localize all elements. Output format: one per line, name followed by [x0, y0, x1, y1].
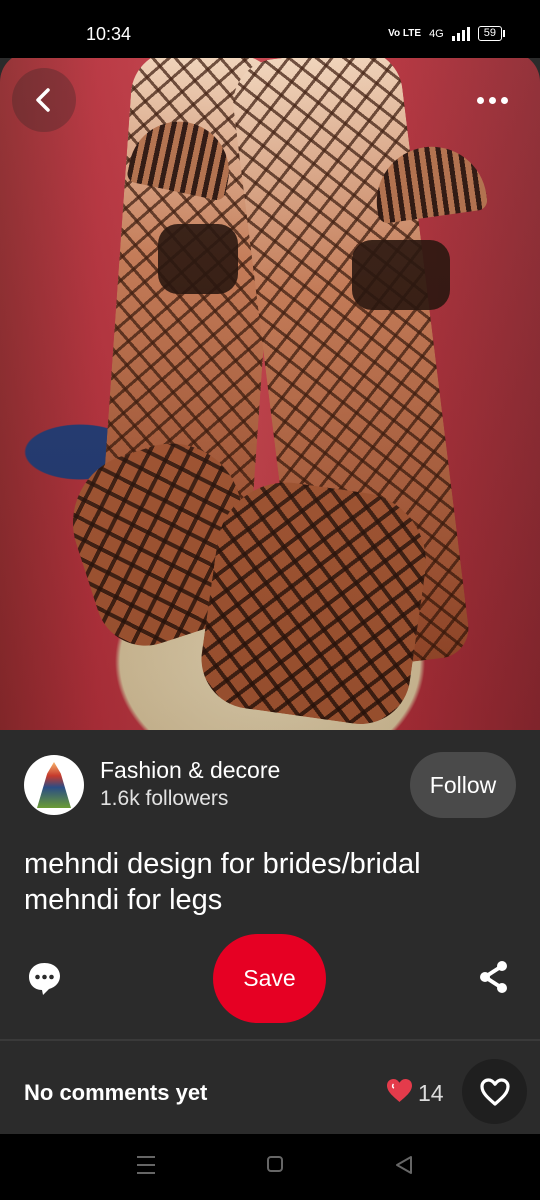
battery-indicator: 59	[477, 26, 506, 41]
share-icon[interactable]	[477, 960, 511, 994]
pin-title: mehndi design for brides/bridal mehndi f…	[24, 848, 421, 916]
comments-label: No comments yet	[24, 1080, 208, 1105]
chevron-left-icon	[36, 88, 50, 112]
comment-icon[interactable]	[26, 961, 63, 996]
system-navigation-bar	[0, 1134, 540, 1200]
menu-icon[interactable]	[136, 1155, 156, 1175]
pin-image[interactable]	[0, 52, 540, 730]
status-icons: Vo LTE 4G 59	[388, 26, 506, 41]
volte-indicator: Vo LTE	[388, 28, 422, 39]
reaction-count: 14	[418, 1080, 444, 1106]
creator-avatar[interactable]	[24, 755, 84, 815]
divider	[0, 1039, 540, 1041]
network-indicator: 4G	[429, 27, 444, 40]
triangle-back-icon[interactable]	[394, 1155, 414, 1175]
square-icon[interactable]	[266, 1155, 284, 1173]
heart-outline-icon	[479, 1077, 510, 1106]
status-bar: 10:34 Vo LTE 4G 59	[0, 0, 540, 58]
image-overlay	[0, 52, 540, 730]
like-button[interactable]	[462, 1059, 527, 1124]
creator-row: Fashion & decore 1.6k followers Follow	[24, 752, 516, 822]
save-button[interactable]: Save	[213, 934, 326, 1023]
avatar-image-icon	[37, 762, 71, 808]
more-options-button[interactable]	[460, 68, 524, 132]
status-time: 10:34	[86, 24, 132, 44]
signal-icon	[451, 26, 470, 41]
heart-reaction-icon	[387, 1079, 412, 1102]
creator-name[interactable]: Fashion & decore	[100, 757, 280, 784]
more-horizontal-icon	[476, 96, 508, 104]
follower-count: 1.6k followers	[100, 787, 229, 810]
back-button[interactable]	[12, 68, 76, 132]
follow-button[interactable]: Follow	[410, 752, 516, 818]
